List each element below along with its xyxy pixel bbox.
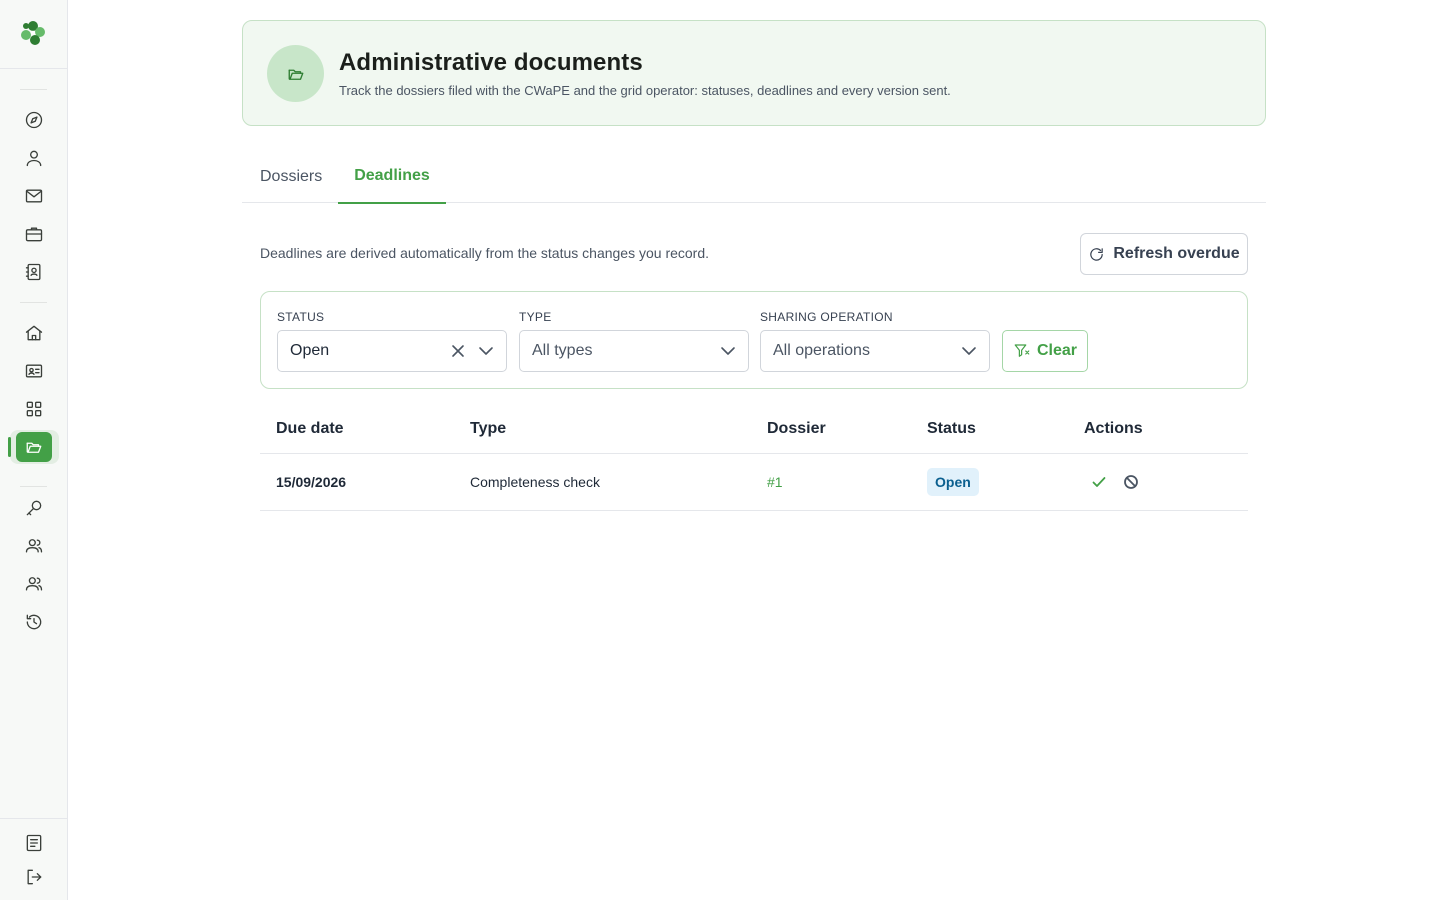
status-select[interactable]: Open xyxy=(277,330,507,372)
filters-panel: STATUS Open TYPE All types SHARING OPERA… xyxy=(260,291,1248,389)
user-icon[interactable] xyxy=(22,146,46,170)
users-alt-icon[interactable] xyxy=(22,572,46,596)
chevron-down-icon xyxy=(478,343,494,359)
sharing-operation-select-placeholder: All operations xyxy=(773,342,870,359)
type-select[interactable]: All types xyxy=(519,330,749,372)
status-filter-label: STATUS xyxy=(277,310,325,324)
due-date-cell: 15/09/2026 xyxy=(276,474,347,490)
check-icon[interactable] xyxy=(1089,472,1109,492)
sidebar-divider xyxy=(0,818,67,819)
compass-icon[interactable] xyxy=(22,108,46,132)
users-icon[interactable] xyxy=(22,534,46,558)
refresh-overdue-label: Refresh overdue xyxy=(1113,245,1240,262)
column-header-due-date: Due date xyxy=(276,420,344,437)
column-header-actions: Actions xyxy=(1084,420,1143,437)
column-header-dossier: Dossier xyxy=(767,420,826,437)
logout-icon[interactable] xyxy=(22,865,46,889)
refresh-overdue-button[interactable]: Refresh overdue xyxy=(1080,233,1248,275)
refresh-icon xyxy=(1088,246,1105,263)
column-header-status: Status xyxy=(927,420,976,437)
sidebar-active-indicator xyxy=(8,437,11,457)
chevron-down-icon xyxy=(961,343,977,359)
home-icon[interactable] xyxy=(22,321,46,345)
status-select-value: Open xyxy=(290,342,330,359)
page-subtitle: Track the dossiers filed with the CWaPE … xyxy=(339,83,951,98)
briefcase-icon[interactable] xyxy=(22,222,46,246)
apps-grid-icon[interactable] xyxy=(22,397,46,421)
sharing-operation-select[interactable]: All operations xyxy=(760,330,990,372)
deadlines-info-text: Deadlines are derived automatically from… xyxy=(260,245,710,261)
type-filter-label: TYPE xyxy=(519,310,552,324)
folder-open-icon xyxy=(267,45,324,102)
tab-dossiers[interactable]: Dossiers xyxy=(260,150,322,203)
close-icon[interactable] xyxy=(450,343,466,359)
filter-clear-icon xyxy=(1013,342,1031,360)
sidebar-divider xyxy=(20,486,47,487)
id-card-icon[interactable] xyxy=(22,359,46,383)
sidebar xyxy=(0,0,68,900)
column-header-type: Type xyxy=(470,420,507,437)
page-header: Administrative documents Track the dossi… xyxy=(242,20,1266,126)
clear-filters-button[interactable]: Clear xyxy=(1002,330,1088,372)
page-title: Administrative documents xyxy=(339,49,643,76)
chevron-down-icon xyxy=(720,343,736,359)
sidebar-divider xyxy=(20,89,47,90)
table-row: 15/09/2026 Completeness check #1 Open xyxy=(260,454,1248,511)
tab-deadlines[interactable]: Deadlines xyxy=(338,150,446,204)
clover-logo[interactable] xyxy=(18,18,48,48)
sharing-operation-filter-label: SHARING OPERATION xyxy=(760,310,893,324)
document-icon[interactable] xyxy=(22,831,46,855)
type-cell: Completeness check xyxy=(470,474,600,490)
app: Administrative documents Track the dossi… xyxy=(0,0,1440,900)
table-header: Due date Type Dossier Status Actions xyxy=(260,406,1248,454)
status-badge: Open xyxy=(927,468,979,496)
sidebar-divider xyxy=(0,68,67,69)
mail-icon[interactable] xyxy=(22,184,46,208)
contacts-book-icon[interactable] xyxy=(22,260,46,284)
deadlines-table: Due date Type Dossier Status Actions 15/… xyxy=(260,406,1248,511)
sidebar-divider xyxy=(20,302,47,303)
clear-filters-label: Clear xyxy=(1036,342,1078,359)
history-icon[interactable] xyxy=(22,610,46,634)
dossier-link[interactable]: #1 xyxy=(767,474,783,490)
folder-open-icon[interactable] xyxy=(16,432,52,462)
type-select-placeholder: All types xyxy=(532,342,593,359)
tab-bar: Dossiers Deadlines xyxy=(242,150,1266,204)
cancel-icon[interactable] xyxy=(1121,472,1141,492)
key-icon[interactable] xyxy=(22,496,46,520)
